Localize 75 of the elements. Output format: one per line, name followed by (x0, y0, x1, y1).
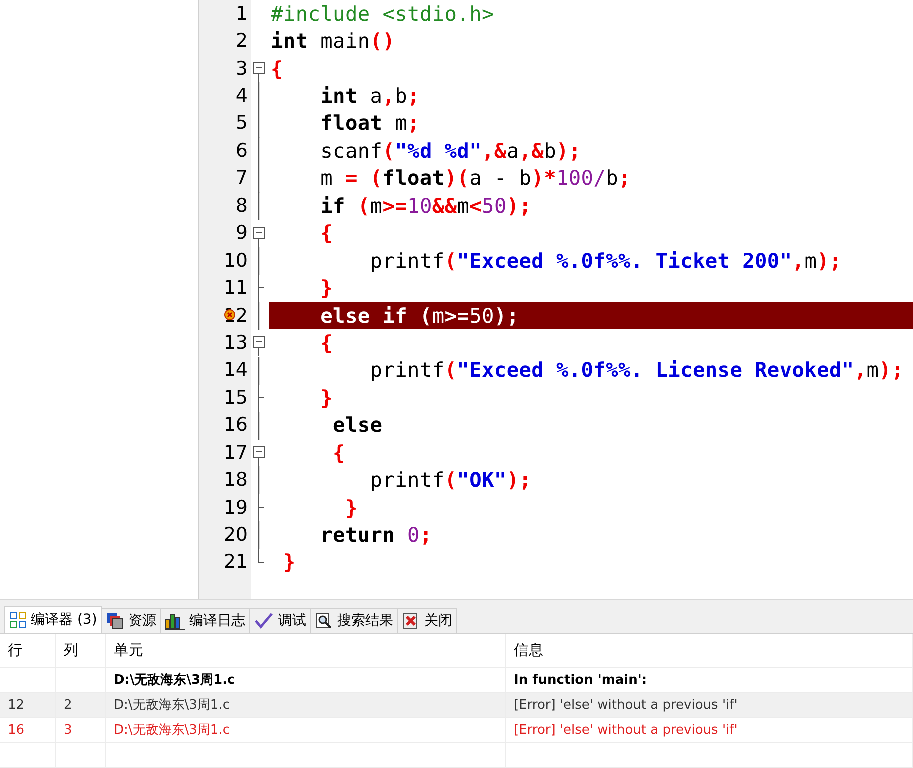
code-line: } (320, 384, 334, 412)
code-line: float m; (320, 110, 421, 138)
code-line: { (332, 440, 346, 466)
code-line: printf("Exceed %.0f%%. License Revoked",m); (369, 357, 905, 384)
code-line: else (332, 412, 384, 439)
fold-branch-icon (258, 384, 265, 412)
panel-tab[interactable]: 编译日志 (160, 608, 250, 633)
code-line: int a,b; (320, 83, 421, 110)
code-line: if (m>=10&&m<50); (320, 192, 533, 220)
column-header: 列 (64, 642, 79, 660)
code-line: } (282, 549, 297, 576)
line-number: 14 (224, 359, 249, 382)
line-number: 17 (224, 442, 249, 464)
code-line: int main() (270, 28, 396, 55)
fold-line (258, 412, 260, 440)
column-header: 单元 (114, 642, 144, 660)
line-number: 3 (236, 58, 249, 80)
table-cell: 2 (64, 698, 72, 712)
table-row[interactable]: D:\无敌海东\3周1.c In function 'main': (0, 668, 913, 693)
fold-line (258, 521, 260, 550)
fold-line (258, 246, 260, 275)
code-line: printf("OK"); (369, 467, 533, 494)
table-cell: In function 'main': (514, 672, 648, 688)
fold-branch-icon (258, 494, 265, 522)
table-cell-text: D:\无敌海东\3周1.c (114, 672, 236, 689)
code-line: m = (float)(a - b)*100/b; (320, 165, 632, 192)
line-number: 8 (236, 194, 249, 217)
line-number: 11 (224, 277, 249, 300)
line-number: 6 (236, 140, 249, 162)
table-cell: 3 (64, 722, 72, 738)
code-line: } (320, 275, 334, 302)
table-cell: 12 (8, 698, 25, 712)
fold-end-icon (258, 548, 265, 564)
line-number: 15 (224, 386, 249, 409)
line-number: 13 (224, 332, 249, 354)
selected-table-row[interactable]: 12 2 D:\无敌海东\3周1.c [Error] 'else' without a previous 'if' (0, 693, 913, 718)
table-cell: 16 (8, 722, 25, 738)
line-number: 20 (224, 524, 249, 546)
table-row[interactable]: 16 3 D:\无敌海东\3周1.c [Error] 'else' without a previous 'if' (0, 718, 913, 743)
fold-line (258, 466, 260, 494)
fold-branch-icon (258, 274, 265, 302)
table-cell: [Error] 'else' without a previous 'if' (514, 698, 738, 712)
table-cell: [Error] 'else' without a previous 'if' (514, 722, 738, 738)
column-header: 行 (8, 642, 23, 660)
code-line: } (344, 494, 359, 522)
line-number: 7 (236, 167, 249, 190)
code-line: printf("Exceed %.0f%%. Ticket 200",m); (369, 248, 843, 274)
panel-tab[interactable]: 关闭 (397, 608, 458, 633)
code-line: #include <stdio.h> (270, 0, 496, 28)
check-icon (254, 612, 274, 630)
line-number: 5 (236, 112, 249, 134)
search-icon (315, 612, 334, 630)
table-cell-text: D:\无敌海东\3周1.c (114, 697, 230, 714)
line-number: 1 (236, 2, 249, 25)
line-number: 19 (224, 496, 249, 519)
line-number: 4 (236, 85, 249, 108)
fold-line (258, 356, 260, 385)
line-number: 16 (224, 414, 249, 436)
grid-icon (9, 611, 27, 629)
line-number: 21 (224, 551, 249, 574)
table-cell-text: D:\无敌海东\3周1.c (114, 722, 230, 739)
line-number: 2 (236, 30, 249, 52)
column-header: 信息 (514, 642, 544, 660)
layers-icon (106, 612, 124, 630)
code-line: { (320, 330, 334, 357)
line-number: 9 (236, 222, 249, 244)
code-line: { (270, 56, 284, 82)
bar-chart-icon (165, 612, 186, 630)
line-number: 18 (224, 469, 249, 492)
fold-line (258, 302, 260, 330)
code-line: scanf("%d %d",&a,&b); (320, 138, 582, 165)
code-line: { (320, 220, 334, 247)
line-number: 10 (224, 250, 249, 272)
code-line: return 0; (320, 522, 434, 549)
panel-tab[interactable]: 编译器 (3) (4, 606, 102, 633)
